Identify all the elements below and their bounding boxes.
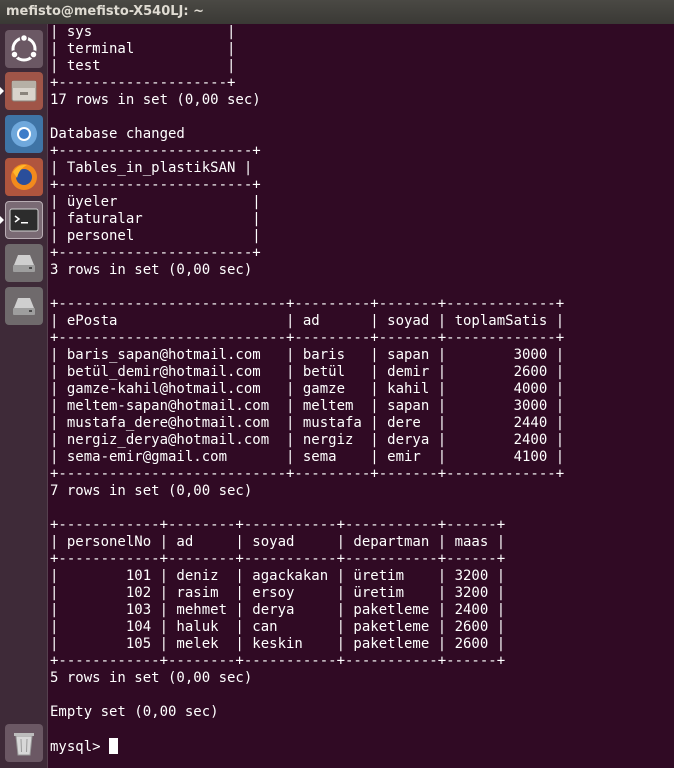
dash-button[interactable] [5,30,43,68]
terminal-line: Empty set (0,00 sec) [50,704,219,720]
terminal-line: | ePosta | ad | soyad | toplamSatis | [50,313,565,329]
terminal-line: +------------+--------+-----------+-----… [50,653,506,669]
terminal-text: | sys | | terminal | | test | +---------… [50,24,564,756]
drive-button[interactable] [5,244,43,282]
terminal-line: Database changed [50,126,185,142]
terminal-line: +------------+--------+-----------+-----… [50,517,506,533]
terminal-line: | baris_sapan@hotmail.com | baris | sapa… [50,347,565,363]
trash-button[interactable] [5,724,43,762]
terminal-line: 7 rows in set (0,00 sec) [50,483,253,499]
terminal-line: | 101 | deniz | agackakan | üretim | 320… [50,568,506,584]
launcher [0,24,48,768]
chromium-button[interactable] [5,115,43,153]
drive-icon [13,255,35,272]
files-icon [11,80,37,102]
files-button[interactable] [5,72,43,110]
terminal-line: | 105 | melek | keskin | paketleme | 260… [50,636,506,652]
window-title: mefisto@mefisto-X540LJ: ~ [0,0,674,24]
terminal-line: | sys | [50,24,236,40]
firefox-button[interactable] [5,158,43,196]
terminal-line: +-----------------------+ [50,245,261,261]
terminal-icon [9,208,39,232]
terminal-line: 17 rows in set (0,00 sec) [50,92,261,108]
terminal-line: +---------------------------+---------+-… [50,466,565,482]
terminal-line: | betül_demir@hotmail.com | betül | demi… [50,364,565,380]
drive-button[interactable] [5,287,43,325]
terminal-line: 5 rows in set (0,00 sec) [50,670,253,686]
terminal-line: | mustafa_dere@hotmail.com | mustafa | d… [50,415,565,431]
terminal-line: | 103 | mehmet | derya | paketleme | 240… [50,602,506,618]
chromium-icon [11,121,37,147]
terminal-line: | 104 | haluk | can | paketleme | 2600 | [50,619,506,635]
terminal-output[interactable]: | sys | | terminal | | test | +---------… [49,24,674,768]
text-cursor [109,738,119,754]
terminal-line: +-----------------------+ [50,143,261,159]
terminal-line: +-----------------------+ [50,177,261,193]
running-indicator [0,216,4,224]
terminal-line: | 102 | rasim | ersoy | üretim | 3200 | [50,585,506,601]
dash-icon [10,33,38,62]
terminal-line: | meltem-sapan@hotmail.com | meltem | sa… [50,398,565,414]
terminal-line: +---------------------------+---------+-… [50,296,565,312]
terminal-line: +------------+--------+-----------+-----… [50,551,506,567]
terminal-line: | sema-emir@gmail.com | sema | emir | 41… [50,449,565,465]
terminal-line: | nergiz_derya@hotmail.com | nergiz | de… [50,432,565,448]
terminal-line: +---------------------------+---------+-… [50,330,565,346]
running-indicator [0,87,4,95]
firefox-icon [11,164,37,190]
terminal-line: | gamze-kahil@hotmail.com | gamze | kahi… [50,381,565,397]
terminal-line: +--------------------+ [50,75,236,91]
terminal-line: 3 rows in set (0,00 sec) [50,262,253,278]
terminal-lines: | sys | | terminal | | test | +---------… [50,24,564,720]
terminal-line: | terminal | [50,41,236,57]
terminal-line: | personelNo | ad | soyad | departman | … [50,534,506,550]
terminal-line: | test | [50,58,236,74]
terminal-line: | personel | [50,228,261,244]
mysql-prompt: mysql> [50,739,110,755]
trash-icon [14,733,34,756]
terminal-line: | Tables_in_plastikSAN | [50,160,253,176]
terminal-button[interactable] [5,201,43,239]
drive-icon [13,298,35,315]
terminal-line: | faturalar | [50,211,261,227]
terminal-line: | üyeler | [50,194,261,210]
